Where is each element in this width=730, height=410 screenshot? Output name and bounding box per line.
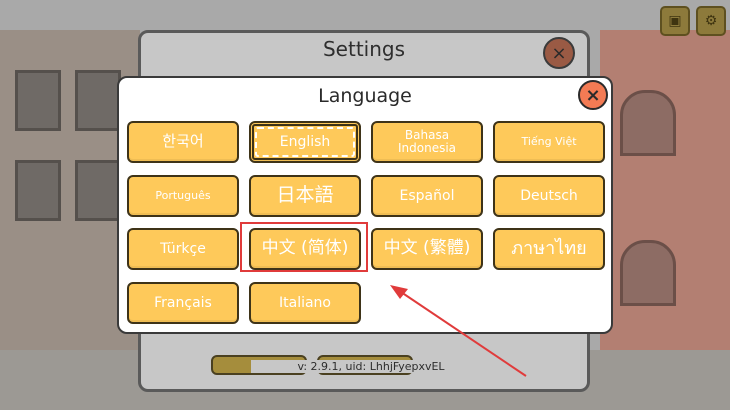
arrow-head [390, 285, 408, 299]
arrow-shaft [397, 289, 527, 377]
annotation-arrow-icon [390, 285, 527, 377]
